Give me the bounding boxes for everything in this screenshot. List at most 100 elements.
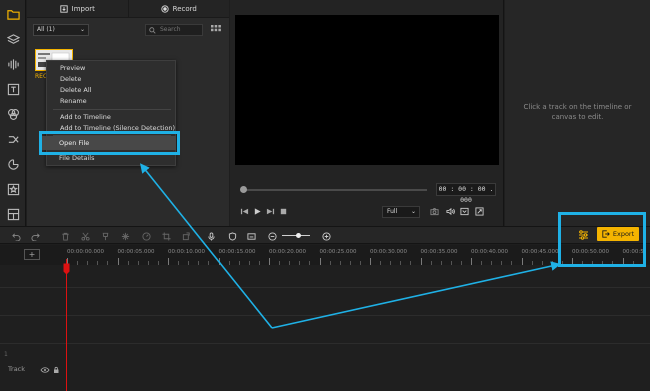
ruler-major-tick [269,258,270,265]
ruler-tick-label: 00:00:10.000 [168,249,205,255]
stop-icon [280,208,286,214]
zoom-out-button[interactable] [267,231,277,241]
effects-icon[interactable] [5,106,21,122]
ruler-major-tick [117,258,119,265]
menu-item-delete-all[interactable]: Delete All [60,86,91,94]
transition-icon[interactable] [5,131,21,147]
scissors-icon [80,232,90,241]
play-icon [254,207,261,215]
menu-separator [53,109,171,110]
folder-icon[interactable] [5,6,21,22]
chevron-down-icon: ⌄ [79,26,85,33]
camera-icon [429,207,439,215]
import-icon [59,4,68,13]
menu-item-add-to-timeline[interactable]: Add to Timeline [60,113,111,121]
ruler-tick-label: 00:00:25.000 [319,249,357,255]
redo-button[interactable] [30,231,40,241]
snapshot-button[interactable] [429,206,439,216]
record-label: Record [172,4,197,13]
import-label: Import [71,4,95,13]
zoom-in-icon [321,231,331,241]
ruler-tick-label: 00:00:20.000 [269,249,306,255]
rotate-button[interactable] [181,231,191,241]
star-icon[interactable] [5,181,21,197]
menu-item-preview[interactable]: Preview [60,64,85,72]
timeline-ruler[interactable]: 00:00:00.000 00:00:05.000 00:00:10.000 00:0… [0,245,650,265]
menu-item-file-details[interactable]: File Details [59,154,94,162]
annotation-highlight-open-file [39,131,180,155]
record-icon [161,4,169,13]
trash-icon [61,232,69,241]
track-controls [40,366,59,373]
marker-button[interactable] [100,231,110,241]
search-icon [149,27,156,34]
ruler-tick-label: 00:00:45.000 [521,249,559,255]
grid-view-button[interactable] [211,24,223,36]
menu-item-rename[interactable]: Rename [60,97,87,105]
timeline-tracks[interactable]: 1 [0,265,650,391]
subtitle-button[interactable] [246,231,256,241]
voiceover-button[interactable] [206,231,216,241]
left-toolbar [0,0,26,226]
undo-button[interactable] [11,231,21,241]
ruler-major-tick [420,258,422,265]
menu-item-delete[interactable]: Delete [60,75,81,83]
ruler-tick-label: 00:00:00.000 [67,249,104,255]
track-side-label: 1 [4,351,8,358]
search-input[interactable]: Search [145,24,203,36]
crop-button[interactable] [161,231,171,241]
stop-button[interactable] [278,206,288,216]
playhead[interactable] [66,259,67,391]
track-divider [0,287,650,288]
freeze-button[interactable] [120,231,130,241]
play-button[interactable] [252,206,262,216]
volume-button[interactable] [445,206,455,216]
cut-button[interactable] [80,231,90,241]
scrub-track[interactable] [242,189,427,191]
zoom-out-icon [267,231,277,241]
quality-value: Full [387,208,398,215]
ruler-tick-label: 00:00:40.000 [471,249,508,255]
quality-dropdown[interactable]: Full ⌄ [382,206,420,218]
speed-icon [141,231,151,241]
track-label: Track [8,365,26,373]
video-canvas[interactable] [235,15,499,165]
fullscreen-icon [474,206,484,216]
layout-icon[interactable] [5,206,21,222]
layers-icon[interactable] [5,31,21,47]
scrub-handle[interactable] [240,186,247,193]
ruler-major-tick [319,258,321,265]
sticker-icon[interactable] [5,156,21,172]
crop-canvas-button[interactable] [459,206,469,216]
shield-button[interactable] [227,231,237,241]
add-track-button[interactable]: + [24,249,40,260]
playhead-handle-icon[interactable] [63,263,70,275]
pin-icon [102,232,108,240]
lock-icon[interactable] [54,366,59,373]
filter-row: All (1) ⌄ Search [33,24,223,36]
zoom-slider-handle[interactable] [296,233,301,238]
rotate-icon [182,231,190,240]
zoom-in-button[interactable] [321,231,331,241]
audio-wave-icon[interactable] [5,56,21,72]
annotation-highlight-export [558,212,646,267]
track-divider [0,343,650,344]
search-placeholder: Search [160,26,181,33]
media-tabs: Import Record [27,0,229,18]
eye-icon[interactable] [40,367,50,373]
text-icon[interactable] [5,81,21,97]
record-button[interactable]: Record [127,0,230,17]
fullscreen-button[interactable] [474,206,484,216]
filter-dropdown[interactable]: All (1) ⌄ [33,24,89,36]
speed-button[interactable] [141,231,151,241]
prev-frame-button[interactable] [239,206,249,216]
import-button[interactable]: Import [27,0,128,17]
delete-button[interactable] [60,231,70,241]
next-frame-button[interactable] [265,206,275,216]
ruler-tick-label: 00:00:30.000 [370,249,407,255]
skip-back-icon [240,208,248,214]
timecode-display: 00 : 00 : 00 . 000 [436,183,496,204]
timeline-toolbar [0,226,650,244]
volume-icon [445,207,455,215]
crop-icon [459,207,469,215]
